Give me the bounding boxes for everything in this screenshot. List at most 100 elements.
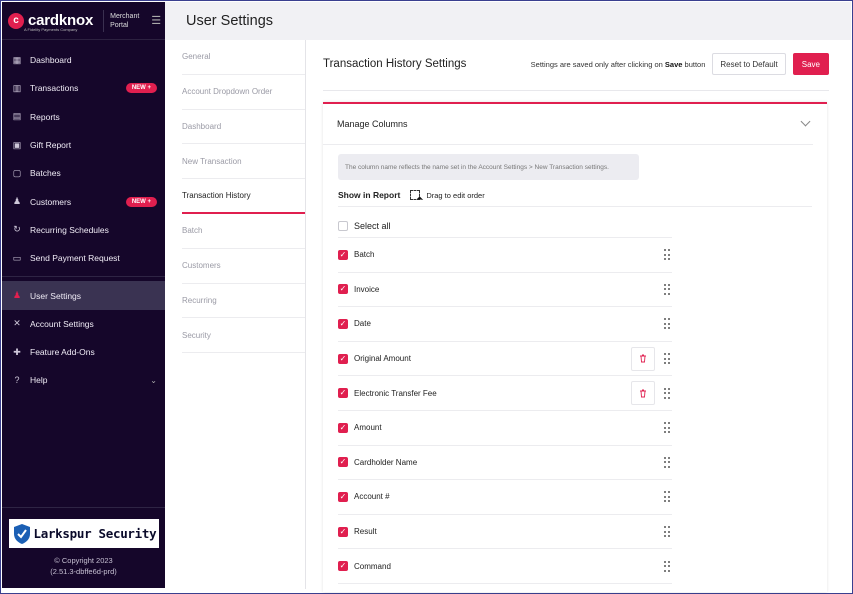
manage-columns-title: Manage Columns — [337, 119, 408, 129]
list-item[interactable]: ✓ Invoice — [338, 273, 672, 308]
list-item[interactable]: ✓ Batch — [338, 238, 672, 273]
sidebar-item-recurring-schedules[interactable]: ↻ Recurring Schedules — [2, 216, 165, 244]
column-checkbox[interactable]: ✓ — [338, 249, 348, 260]
column-checkbox[interactable]: ✓ — [338, 388, 348, 399]
sidebar-item-label: Feature Add-Ons — [30, 347, 95, 358]
portal-label: Merchant Portal — [103, 9, 139, 32]
select-all-checkbox[interactable] — [338, 220, 348, 231]
select-all-label: Select all — [354, 220, 391, 231]
column-name: Date — [354, 319, 371, 329]
column-checkbox[interactable]: ✓ — [338, 353, 348, 364]
columns-list: ✓ Batch ✓ Invoice ✓ Date ✓ Original Amou… — [338, 238, 672, 584]
payment-request-icon: ▭ — [12, 252, 22, 263]
sidebar-item-customers[interactable]: ♟ Customers NEW + — [2, 187, 165, 215]
delete-button[interactable] — [631, 381, 655, 406]
tab-account-dropdown-order[interactable]: Account Dropdown Order — [182, 75, 305, 110]
sidebar-item-send-payment-request[interactable]: ▭ Send Payment Request — [2, 244, 165, 272]
tab-dashboard[interactable]: Dashboard — [182, 110, 305, 145]
delete-button[interactable] — [631, 346, 655, 371]
settings-subnav: General Account Dropdown Order Dashboard… — [165, 40, 306, 589]
select-all-row[interactable]: Select all — [338, 214, 672, 238]
sidebar-item-label: User Settings — [30, 290, 82, 301]
info-note: The column name reflects the name set in… — [338, 154, 639, 180]
new-badge[interactable]: NEW + — [125, 83, 157, 94]
sidebar-item-transactions[interactable]: ▥ Transactions NEW + — [2, 74, 165, 102]
list-item[interactable]: ✓ Electronic Transfer Fee — [338, 376, 672, 411]
column-name: Command — [354, 561, 391, 571]
column-checkbox[interactable]: ✓ — [338, 284, 348, 295]
list-item[interactable]: ✓ Result — [338, 515, 672, 550]
sidebar-item-dashboard[interactable]: ▦ Dashboard — [2, 46, 165, 74]
reset-to-default-button[interactable]: Reset to Default — [712, 53, 786, 75]
sidebar-item-label: Gift Report — [30, 140, 72, 151]
new-badge[interactable]: NEW + — [125, 196, 157, 207]
sidebar-item-help[interactable]: ? Help ⌄ — [2, 366, 165, 394]
sidebar-item-batches[interactable]: ▢ Batches — [2, 159, 165, 187]
list-item[interactable]: ✓ Amount — [338, 411, 672, 446]
chevron-down-icon[interactable]: ⌄ — [150, 376, 157, 385]
column-name: Account # — [354, 492, 390, 502]
column-checkbox[interactable]: ✓ — [338, 318, 348, 329]
drag-handle-icon[interactable] — [664, 491, 670, 503]
list-item[interactable]: ✓ Account # — [338, 480, 672, 515]
column-checkbox[interactable]: ✓ — [338, 526, 348, 537]
portal-line2: Portal — [110, 21, 129, 29]
column-checkbox[interactable]: ✓ — [338, 491, 348, 502]
trash-icon — [640, 354, 646, 363]
column-checkbox[interactable]: ✓ — [338, 457, 348, 468]
hint-prefix: Settings are saved only after clicking o… — [530, 59, 663, 69]
list-item[interactable]: ✓ Original Amount — [338, 342, 672, 377]
drag-handle-icon[interactable] — [664, 526, 670, 538]
drag-handle-icon[interactable] — [664, 387, 670, 399]
cardknox-logo-icon[interactable]: c — [8, 12, 24, 29]
tab-recurring[interactable]: Recurring — [182, 284, 305, 319]
menu-toggle-icon[interactable]: ☰ — [151, 14, 161, 27]
drag-handle-icon[interactable] — [664, 456, 670, 468]
sidebar-item-label: Batches — [30, 168, 61, 179]
sidebar-nav: ▦ Dashboard ▥ Transactions NEW + ▤ Repor… — [2, 40, 165, 395]
tab-customers[interactable]: Customers — [182, 249, 305, 284]
sidebar-footer: Larkspur Security © Copyright 2023 (2.51… — [2, 507, 165, 588]
column-name: Electronic Transfer Fee — [354, 388, 437, 398]
hint-suffix: button — [684, 59, 706, 69]
sidebar-item-label: Customers — [30, 196, 72, 207]
account-settings-icon: ✕ — [13, 318, 21, 329]
save-button[interactable]: Save — [792, 53, 829, 75]
recurring-icon: ↻ — [13, 224, 21, 235]
batches-icon: ▢ — [12, 167, 22, 178]
sidebar-item-label: Dashboard — [30, 55, 72, 66]
sidebar-item-user-settings[interactable]: ♟ User Settings — [2, 281, 165, 310]
brand-tagline: A Fidelity Payments Company — [24, 27, 78, 32]
tab-security[interactable]: Security — [182, 318, 305, 354]
sidebar-item-feature-add-ons[interactable]: ✚ Feature Add-Ons — [2, 338, 165, 366]
tab-batch[interactable]: Batch — [182, 214, 305, 249]
security-logo: Larkspur Security — [8, 519, 159, 548]
column-checkbox[interactable]: ✓ — [338, 422, 348, 433]
drag-handle-icon[interactable] — [664, 283, 670, 295]
tab-transaction-history[interactable]: Transaction History — [182, 179, 305, 214]
tab-general[interactable]: General — [182, 40, 305, 75]
list-item[interactable]: ✓ Date — [338, 307, 672, 342]
sidebar-item-gift-report[interactable]: ▣ Gift Report — [2, 131, 165, 159]
drag-handle-icon[interactable] — [664, 560, 670, 572]
save-hint: Settings are saved only after clicking o… — [531, 60, 706, 69]
column-name: Original Amount — [354, 354, 411, 364]
tab-new-transaction[interactable]: New Transaction — [182, 144, 305, 180]
manage-columns-header[interactable]: Manage Columns — [323, 104, 813, 145]
sidebar-divider — [2, 276, 165, 278]
sidebar-item-label: Reports — [30, 111, 60, 122]
divider — [323, 90, 829, 91]
list-item[interactable]: ✓ Cardholder Name — [338, 446, 672, 481]
drag-handle-icon[interactable] — [664, 422, 670, 434]
sidebar-item-account-settings[interactable]: ✕ Account Settings — [2, 310, 165, 338]
chevron-down-icon[interactable] — [800, 116, 811, 127]
column-checkbox[interactable]: ✓ — [338, 561, 348, 572]
sidebar-item-reports[interactable]: ▤ Reports — [2, 103, 165, 131]
drag-handle-icon[interactable] — [664, 318, 670, 330]
settings-header: Transaction History Settings Settings ar… — [323, 53, 829, 75]
drag-handle-icon[interactable] — [664, 249, 670, 261]
drag-handle-icon[interactable] — [664, 353, 670, 365]
sidebar-item-label: Help — [30, 375, 48, 386]
list-item[interactable]: ✓ Command — [338, 549, 672, 584]
topbar: User Settings — [165, 2, 851, 40]
